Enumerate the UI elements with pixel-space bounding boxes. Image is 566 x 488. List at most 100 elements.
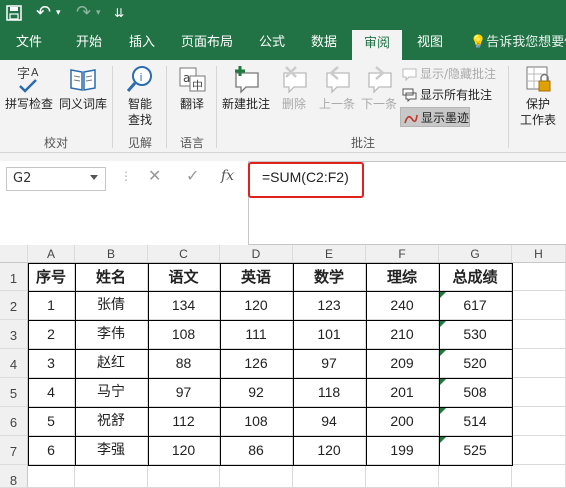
table-cell[interactable]: 210 bbox=[366, 320, 439, 349]
table-cell[interactable]: 5 bbox=[28, 407, 75, 436]
new-comment-button[interactable]: 新建批注 bbox=[220, 64, 272, 112]
table-cell[interactable]: 120 bbox=[148, 436, 220, 465]
table-cell[interactable]: 118 bbox=[293, 378, 366, 407]
enter-icon[interactable]: ✓ bbox=[186, 166, 199, 185]
column-header[interactable]: A bbox=[28, 245, 75, 263]
empty-cell[interactable] bbox=[220, 465, 293, 488]
redo-icon[interactable]: ↷ bbox=[76, 0, 91, 26]
column-header[interactable]: E bbox=[293, 245, 366, 263]
table-cell[interactable]: 514 bbox=[439, 407, 512, 436]
column-header[interactable]: H bbox=[512, 245, 566, 263]
table-cell[interactable]: 112 bbox=[148, 407, 220, 436]
column-header[interactable]: D bbox=[220, 245, 293, 263]
tab-page-layout[interactable]: 页面布局 bbox=[181, 26, 233, 60]
table-cell[interactable]: 123 bbox=[293, 291, 366, 320]
table-cell[interactable]: 240 bbox=[366, 291, 439, 320]
table-cell[interactable]: 111 bbox=[220, 320, 293, 349]
row-header[interactable]: 8 bbox=[0, 465, 28, 488]
row-header[interactable]: 6 bbox=[0, 407, 28, 436]
table-cell[interactable]: 97 bbox=[148, 378, 220, 407]
tab-insert[interactable]: 插入 bbox=[129, 26, 155, 60]
table-cell[interactable]: 199 bbox=[366, 436, 439, 465]
show-all-comments-button[interactable]: 显示所有批注 bbox=[400, 85, 492, 105]
customize-qa-icon[interactable]: ⇊ bbox=[114, 0, 124, 26]
empty-cell[interactable] bbox=[512, 291, 566, 320]
table-cell[interactable]: 94 bbox=[293, 407, 366, 436]
cancel-icon[interactable]: ✕ bbox=[148, 166, 161, 185]
table-cell[interactable]: 120 bbox=[220, 291, 293, 320]
table-cell[interactable]: 108 bbox=[148, 320, 220, 349]
table-cell[interactable]: 101 bbox=[293, 320, 366, 349]
empty-cell[interactable] bbox=[512, 263, 566, 291]
table-cell[interactable]: 508 bbox=[439, 378, 512, 407]
table-cell[interactable]: 86 bbox=[220, 436, 293, 465]
table-cell[interactable]: 97 bbox=[293, 349, 366, 378]
table-header-cell[interactable]: 序号 bbox=[28, 263, 75, 291]
table-header-cell[interactable]: 数学 bbox=[293, 263, 366, 291]
tab-data[interactable]: 数据 bbox=[311, 26, 337, 60]
show-hide-comment-button[interactable]: 显示/隐藏批注 bbox=[400, 64, 496, 84]
empty-cell[interactable] bbox=[512, 407, 566, 436]
previous-comment-button[interactable]: 上一条 bbox=[316, 64, 358, 112]
table-header-cell[interactable]: 姓名 bbox=[75, 263, 148, 291]
table-cell[interactable]: 3 bbox=[28, 349, 75, 378]
tab-view[interactable]: 视图 bbox=[417, 26, 443, 60]
next-comment-button[interactable]: 下一条 bbox=[358, 64, 400, 112]
tab-file[interactable]: 文件 bbox=[16, 26, 42, 60]
select-all-corner[interactable] bbox=[0, 245, 28, 263]
column-header[interactable]: G bbox=[439, 245, 512, 263]
row-header[interactable]: 1 bbox=[0, 263, 28, 291]
table-cell[interactable]: 126 bbox=[220, 349, 293, 378]
empty-cell[interactable] bbox=[512, 378, 566, 407]
empty-cell[interactable] bbox=[512, 465, 566, 488]
table-cell[interactable]: 1 bbox=[28, 291, 75, 320]
thesaurus-button[interactable]: 同义词库 bbox=[58, 64, 108, 112]
table-cell[interactable]: 520 bbox=[439, 349, 512, 378]
column-header[interactable]: F bbox=[366, 245, 439, 263]
smart-lookup-button[interactable]: i 智能 查找 bbox=[118, 64, 162, 128]
table-cell[interactable]: 525 bbox=[439, 436, 512, 465]
spelling-button[interactable]: 字A 拼写检查 bbox=[4, 64, 54, 112]
row-header[interactable]: 4 bbox=[0, 349, 28, 378]
table-cell[interactable]: 赵红 bbox=[75, 349, 148, 378]
row-header[interactable]: 2 bbox=[0, 291, 28, 320]
row-header[interactable]: 5 bbox=[0, 378, 28, 407]
translate-button[interactable]: a 中 翻译 bbox=[172, 64, 212, 112]
table-header-cell[interactable]: 总成绩 bbox=[439, 263, 512, 291]
table-cell[interactable]: 马宁 bbox=[75, 378, 148, 407]
tab-formulas[interactable]: 公式 bbox=[259, 26, 285, 60]
empty-cell[interactable] bbox=[148, 465, 220, 488]
table-cell[interactable]: 祝舒 bbox=[75, 407, 148, 436]
column-header[interactable]: B bbox=[75, 245, 148, 263]
empty-cell[interactable] bbox=[293, 465, 366, 488]
table-cell[interactable]: 4 bbox=[28, 378, 75, 407]
table-cell[interactable]: 134 bbox=[148, 291, 220, 320]
worksheet-grid[interactable]: A B C D E F G H 1 2 3 4 5 6 7 8 序号 姓名 语文 英语 数学 理综 总成绩 1 张倩 134 120… bbox=[0, 245, 566, 488]
tell-me-search[interactable]: 💡告诉我您想要做 bbox=[470, 26, 566, 60]
insert-function-icon[interactable]: fx bbox=[221, 168, 234, 184]
redo-dropdown-icon[interactable]: ▾ bbox=[96, 0, 101, 26]
table-cell[interactable]: 2 bbox=[28, 320, 75, 349]
empty-cell[interactable] bbox=[512, 320, 566, 349]
table-cell[interactable]: 李强 bbox=[75, 436, 148, 465]
delete-comment-button[interactable]: 删除 bbox=[274, 64, 314, 112]
table-header-cell[interactable]: 理综 bbox=[366, 263, 439, 291]
table-header-cell[interactable]: 英语 bbox=[220, 263, 293, 291]
empty-cell[interactable] bbox=[439, 465, 512, 488]
tab-review[interactable]: 审阅 bbox=[352, 30, 402, 60]
name-box-dropdown-icon[interactable] bbox=[90, 175, 98, 180]
undo-icon[interactable]: ↶ bbox=[36, 0, 51, 26]
table-cell[interactable]: 张倩 bbox=[75, 291, 148, 320]
save-icon[interactable] bbox=[6, 0, 22, 26]
table-header-cell[interactable]: 语文 bbox=[148, 263, 220, 291]
show-ink-button[interactable]: 显示墨迹 bbox=[400, 107, 471, 127]
table-cell[interactable]: 200 bbox=[366, 407, 439, 436]
tab-home[interactable]: 开始 bbox=[76, 26, 102, 60]
table-cell[interactable]: 92 bbox=[220, 378, 293, 407]
empty-cell[interactable] bbox=[75, 465, 148, 488]
table-cell[interactable]: 530 bbox=[439, 320, 512, 349]
column-header[interactable]: C bbox=[148, 245, 220, 263]
empty-cell[interactable] bbox=[366, 465, 439, 488]
table-cell[interactable]: 6 bbox=[28, 436, 75, 465]
table-cell[interactable]: 617 bbox=[439, 291, 512, 320]
